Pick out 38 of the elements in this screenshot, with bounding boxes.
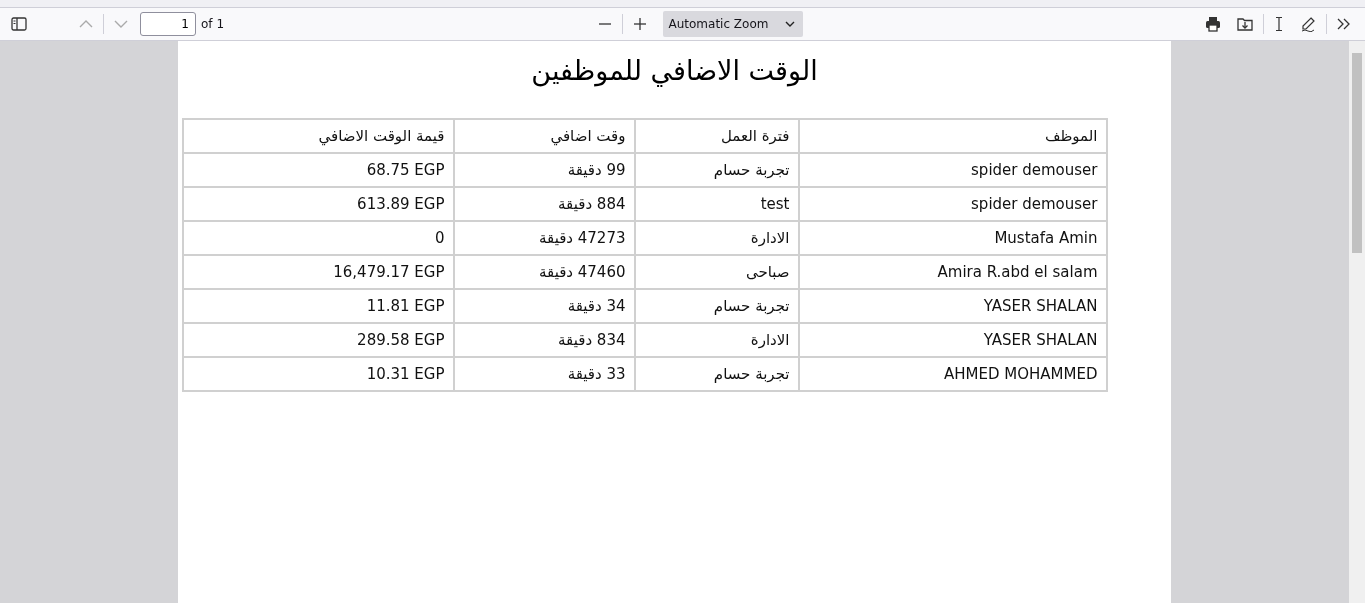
- table-cell: 11.81 EGP: [182, 289, 454, 323]
- table-cell: Amira R.abd el salam: [798, 255, 1107, 289]
- table-cell: 68.75 EGP: [182, 153, 454, 187]
- page-number-field[interactable]: 1: [140, 12, 196, 36]
- table-cell: 99 دقيقة: [453, 153, 635, 187]
- table-cell: 0: [182, 221, 454, 255]
- table-cell: YASER SHALAN: [798, 289, 1107, 323]
- table-cell: 34 دقيقة: [453, 289, 635, 323]
- table-cell: 289.58 EGP: [182, 323, 454, 357]
- table-cell: 47273 دقيقة: [453, 221, 635, 255]
- column-header: قيمة الوقت الاضافي: [182, 119, 454, 153]
- table-cell: صباحى: [634, 255, 799, 289]
- column-header: فترة العمل: [634, 119, 799, 153]
- column-header: الموظف: [798, 119, 1107, 153]
- table-cell: تجربة حسام: [634, 153, 799, 187]
- table-cell: 613.89 EGP: [182, 187, 454, 221]
- column-header: وقت اضافي: [453, 119, 635, 153]
- table-cell: spider demouser: [798, 153, 1107, 187]
- table-cell: تجربة حسام: [634, 289, 799, 323]
- table-cell: الادارة: [634, 323, 799, 357]
- table-cell: الادارة: [634, 221, 799, 255]
- table-cell: 33 دقيقة: [453, 357, 635, 391]
- table-cell: 884 دقيقة: [453, 187, 635, 221]
- table-cell: 834 دقيقة: [453, 323, 635, 357]
- page-count: of 1: [201, 17, 224, 31]
- scrollbar[interactable]: [1349, 41, 1365, 603]
- zoom-dropdown[interactable]: Automatic Zoom: [662, 11, 803, 37]
- table-cell: YASER SHALAN: [798, 323, 1107, 357]
- table-cell: 47460 دقيقة: [453, 255, 635, 289]
- table-cell: spider demouser: [798, 187, 1107, 221]
- table-cell: Mustafa Amin: [798, 221, 1107, 255]
- table-cell: تجربة حسام: [634, 357, 799, 391]
- table-cell: AHMED MOHAMMED: [798, 357, 1107, 391]
- table-cell: test: [634, 187, 799, 221]
- caret-icon: [784, 21, 795, 27]
- table-cell: 16,479.17 EGP: [182, 255, 454, 289]
- table-cell: 10.31 EGP: [182, 357, 454, 391]
- document-title: الوقت الاضافي للموظفين: [531, 55, 818, 86]
